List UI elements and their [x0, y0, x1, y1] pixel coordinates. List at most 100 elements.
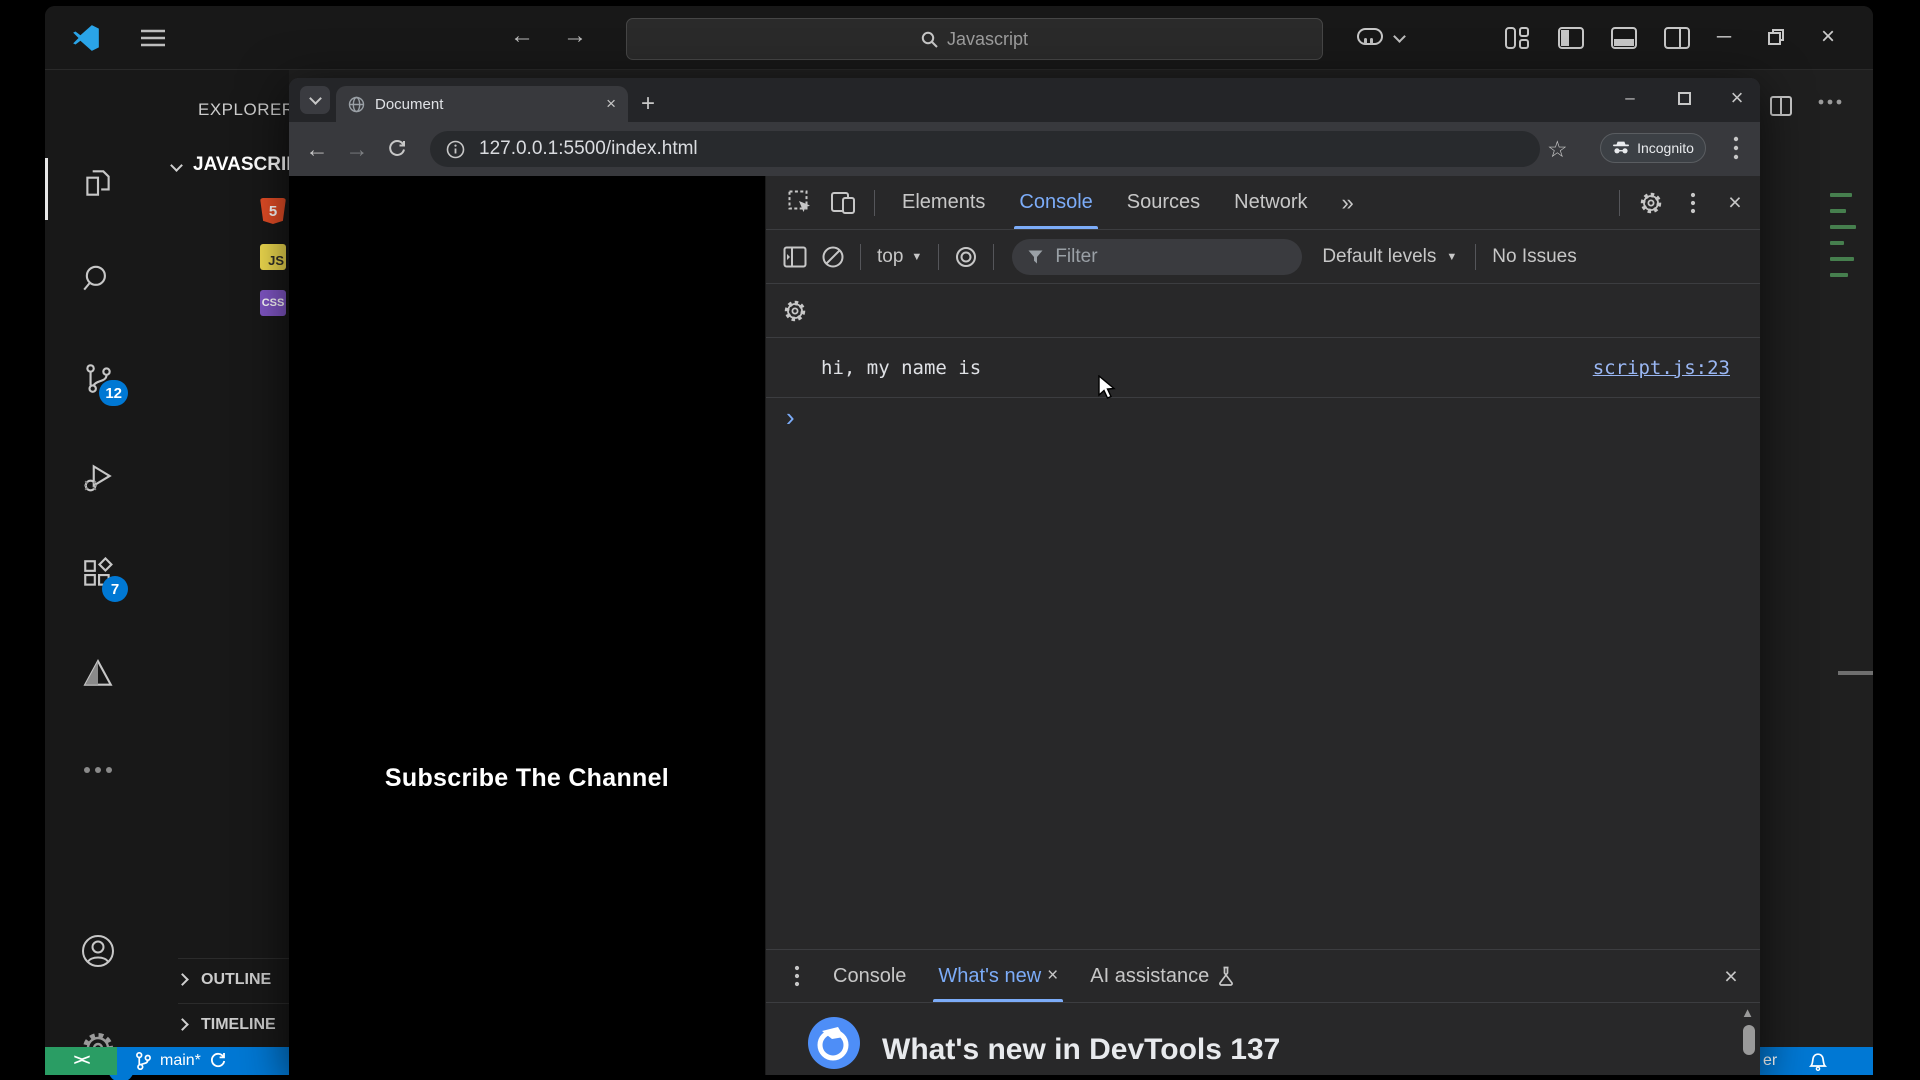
vscode-logo-icon [72, 24, 100, 52]
bookmark-star-icon[interactable]: ☆ [1547, 136, 1568, 163]
drawer-menu-dots-icon[interactable] [778, 965, 816, 987]
console-sidebar-toggle-icon[interactable] [776, 246, 814, 268]
divider [1475, 243, 1477, 270]
globe-favicon [348, 96, 365, 112]
screen: ← → Javascript ─ × 12 7 EXPLORER JAVASCR… [0, 0, 1920, 1080]
drawer-tab-close-icon[interactable]: × [1047, 965, 1058, 987]
source-control-icon[interactable]: 12 [45, 340, 150, 416]
vscode-close-button[interactable]: × [1802, 6, 1854, 68]
console-settings-gear-icon[interactable] [776, 299, 814, 323]
chrome-minimize-button[interactable]: – [1607, 78, 1653, 118]
browser-menu-dots-icon[interactable] [1733, 136, 1739, 160]
extensions-icon[interactable]: 7 [45, 536, 150, 612]
live-expression-eye-icon[interactable] [947, 246, 985, 268]
console-source-link[interactable]: script.js:23 [1593, 357, 1730, 379]
drawer-tab-ai-assistance[interactable]: AI assistance [1075, 950, 1250, 1002]
html-file-icon: 5 [260, 198, 286, 224]
console-input-row[interactable]: › [766, 398, 1760, 436]
more-tabs-chevron[interactable]: » [1327, 176, 1369, 229]
scrollbar-up-arrow[interactable]: ▲ [1741, 1005, 1754, 1020]
devtools-tab-console[interactable]: Console [1004, 176, 1107, 229]
filter-placeholder: Filter [1055, 245, 1098, 267]
chevron-down-icon [170, 158, 183, 172]
inspect-element-icon[interactable] [782, 190, 820, 216]
chevron-down-icon [308, 91, 322, 105]
device-toolbar-icon[interactable] [824, 191, 862, 215]
new-tab-button[interactable]: + [641, 90, 655, 118]
browser-forward-icon[interactable]: → [337, 136, 377, 163]
history-back-button[interactable]: ← [510, 22, 534, 50]
account-icon[interactable] [45, 913, 150, 989]
toggle-sidebar-icon[interactable] [1558, 27, 1584, 49]
editor-scrollbar[interactable] [1838, 671, 1873, 675]
git-branch-item[interactable]: main* [135, 1047, 227, 1075]
drawer-tab-whats-new[interactable]: What's new × [923, 950, 1073, 1002]
chrome-maximize-button[interactable] [1661, 78, 1707, 118]
more-views-ellipsis-icon[interactable] [45, 732, 150, 808]
css-file-icon: CSS [260, 290, 286, 316]
scm-badge: 12 [99, 380, 128, 406]
chrome-toolbar: ← → 127.0.0.1:5500/index.html ☆ Incognit… [289, 122, 1760, 176]
split-editor-icon[interactable] [1770, 96, 1792, 116]
drawer-tab-console[interactable]: Console [818, 950, 921, 1002]
vscode-maximize-button[interactable] [1750, 6, 1802, 68]
divider [860, 243, 861, 270]
command-search-box[interactable]: Javascript [626, 18, 1323, 60]
browser-tab-document[interactable]: Document × [336, 86, 628, 122]
chrome-close-button[interactable]: × [1714, 78, 1760, 118]
notifications-bell-icon[interactable] [1808, 1047, 1828, 1075]
editor-area [1760, 71, 1873, 1047]
browser-back-icon[interactable]: ← [297, 136, 337, 163]
drawer-tabbar: Console What's new × AI assistance × [766, 949, 1760, 1003]
prism-extension-icon[interactable] [45, 636, 150, 712]
remote-indicator[interactable]: >< [45, 1047, 117, 1075]
devtools-settings-gear-icon[interactable] [1632, 191, 1670, 215]
mouse-cursor [1098, 375, 1120, 401]
page-heading: Subscribe The Channel [384, 764, 670, 792]
scrollbar-thumb[interactable] [1743, 1025, 1755, 1055]
history-forward-button[interactable]: → [563, 22, 587, 50]
vscode-minimize-button[interactable]: ─ [1698, 6, 1750, 68]
site-info-icon[interactable] [446, 140, 465, 159]
toggle-secondary-sidebar-icon[interactable] [1664, 27, 1690, 49]
devtools-tab-sources[interactable]: Sources [1112, 176, 1215, 229]
drawer-content: What's new in DevTools 137 ▲ [766, 1003, 1760, 1075]
editor-more-actions-icon[interactable] [1818, 99, 1842, 105]
tab-close-icon[interactable]: × [606, 94, 616, 114]
console-log-row: hi, my name is script.js:23 [766, 338, 1760, 398]
console-empty-area[interactable] [766, 436, 1760, 949]
log-levels-dropdown[interactable]: Default levels ▼ [1312, 246, 1467, 268]
search-icon [921, 31, 938, 48]
vscode-titlebar: ← → Javascript ─ × [45, 6, 1873, 70]
url-text: 127.0.0.1:5500/index.html [479, 138, 698, 159]
devtools-panel: Elements Console Sources Network » × top… [765, 176, 1760, 1075]
drawer-close-icon[interactable]: × [1712, 963, 1750, 990]
menu-hamburger-icon[interactable] [140, 28, 166, 48]
issues-counter[interactable]: No Issues [1484, 246, 1584, 268]
copilot-chevron-down-icon[interactable] [1393, 30, 1406, 43]
devtools-menu-dots-icon[interactable] [1674, 192, 1712, 214]
divider [938, 243, 940, 270]
browser-reload-icon[interactable] [377, 139, 417, 159]
chrome-tabstrip: Document × + – × [289, 78, 1760, 122]
toggle-panel-icon[interactable] [1611, 27, 1637, 49]
devtools-tab-network[interactable]: Network [1219, 176, 1322, 229]
divider [874, 189, 875, 216]
context-selector[interactable]: top ▼ [869, 246, 930, 268]
tab-list-chevron-button[interactable] [300, 86, 330, 114]
branch-icon [136, 1051, 151, 1071]
statusbar-partial-label[interactable]: er [1763, 1047, 1777, 1075]
customize-layout-icon[interactable] [1505, 27, 1531, 49]
explorer-icon[interactable] [45, 145, 150, 221]
devtools-close-icon[interactable]: × [1716, 189, 1754, 216]
url-bar[interactable]: 127.0.0.1:5500/index.html [430, 131, 1540, 167]
minimap-mark [1830, 225, 1856, 229]
devtools-tab-elements[interactable]: Elements [887, 176, 1000, 229]
devtools-tabbar: Elements Console Sources Network » × [766, 176, 1760, 230]
console-filter-input[interactable]: Filter [1012, 238, 1303, 275]
copilot-icon[interactable] [1355, 26, 1385, 50]
divider [993, 243, 995, 270]
search-view-icon[interactable] [45, 241, 150, 317]
run-debug-icon[interactable] [45, 439, 150, 515]
clear-console-icon[interactable] [814, 245, 852, 269]
